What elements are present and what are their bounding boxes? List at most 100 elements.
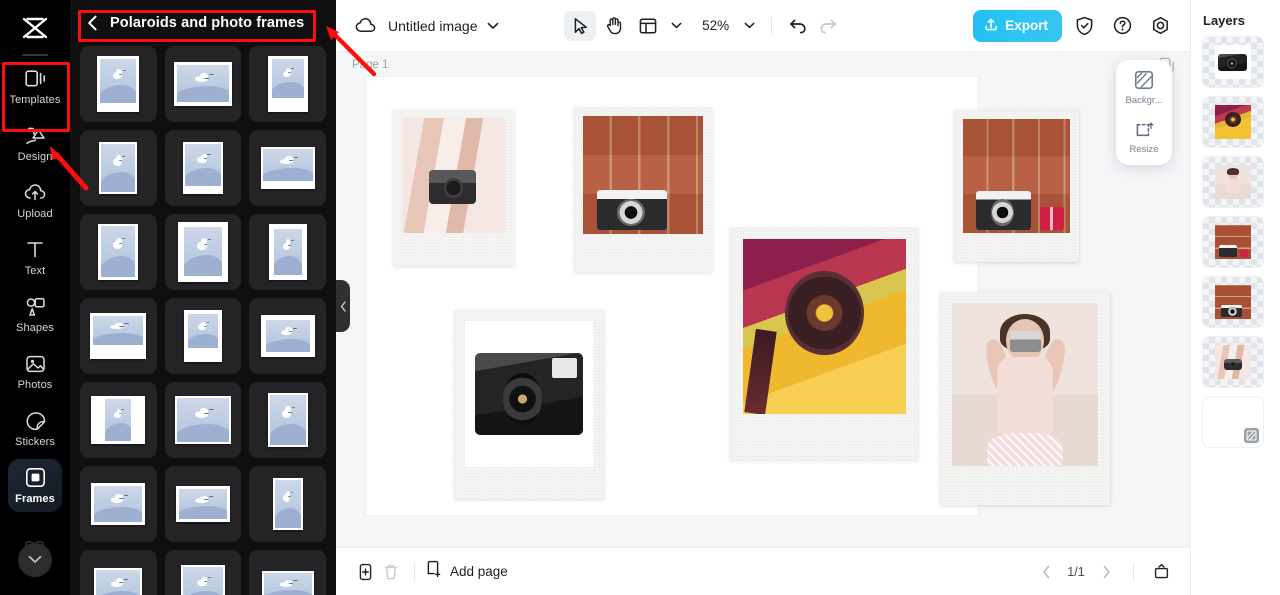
back-button[interactable] <box>84 15 100 31</box>
zoom-level[interactable]: 52% <box>702 18 729 33</box>
sidebar-item-design[interactable]: Design <box>0 115 70 172</box>
page-nav: 1/1 <box>1033 559 1174 585</box>
bottom-divider-right <box>1133 562 1134 581</box>
upload-cloud-icon <box>24 182 46 204</box>
sidebar-item-templates[interactable]: Templates <box>0 58 70 115</box>
layers-panel: Layers <box>1190 0 1280 595</box>
sidebar-label-photos: Photos <box>17 378 53 391</box>
frame-template-item[interactable] <box>164 214 242 290</box>
design-canvas[interactable] <box>366 77 1110 515</box>
layer-item[interactable] <box>1202 396 1264 448</box>
photo-camera-lens-closeup[interactable] <box>730 227 918 460</box>
frames-grid[interactable] <box>70 46 336 595</box>
settings-gear-icon[interactable] <box>1146 11 1176 41</box>
sidebar-item-text[interactable]: Text <box>0 229 70 286</box>
upload-arrow-icon <box>984 17 998 34</box>
photo-girl-with-camera[interactable] <box>940 292 1110 505</box>
frame-template-item[interactable] <box>80 298 157 374</box>
next-page-button[interactable] <box>1093 559 1119 585</box>
photo-camera-with-red-gift[interactable] <box>954 110 1079 262</box>
prev-page-button[interactable] <box>1033 559 1059 585</box>
sidebar-item-frames[interactable]: Frames <box>0 457 70 514</box>
frame-template-item[interactable] <box>249 46 326 122</box>
delete-page-button[interactable] <box>378 559 404 585</box>
frame-template-item[interactable] <box>164 298 242 374</box>
chevron-down-icon <box>28 551 42 569</box>
frame-template-item[interactable] <box>249 130 326 206</box>
layer-item[interactable] <box>1202 156 1264 208</box>
frame-template-item[interactable] <box>80 550 157 595</box>
background-button[interactable]: Backgr... <box>1116 69 1172 106</box>
frame-template-item[interactable] <box>249 466 326 542</box>
layer-item[interactable] <box>1202 96 1264 148</box>
resize-button[interactable]: Resize <box>1116 118 1172 155</box>
sidebar-item-upload[interactable]: Upload <box>0 172 70 229</box>
zoom-chevron-down-icon[interactable] <box>739 12 759 40</box>
canvas-stage[interactable]: Page 1 Backgr... Resize <box>336 52 1190 547</box>
frame-preview <box>98 224 139 280</box>
layout-chevron-down-icon[interactable] <box>666 12 686 40</box>
photo-camera-on-brick-wall[interactable] <box>574 107 712 272</box>
background-pattern-icon <box>1244 428 1259 443</box>
frame-preview <box>174 396 231 444</box>
redo-button[interactable] <box>814 12 842 40</box>
sidebar-item-photos[interactable]: Photos <box>0 343 70 400</box>
app-logo[interactable] <box>0 6 70 50</box>
sidebar-label-upload: Upload <box>17 207 53 220</box>
sidebar-more-button[interactable] <box>18 543 52 577</box>
bottom-toolbar: Add page 1/1 <box>336 547 1190 595</box>
frame-template-item[interactable] <box>249 550 326 595</box>
editor-window: Templates Design Upload Text Shapes Phot… <box>0 0 1280 595</box>
frame-template-item[interactable] <box>249 214 326 290</box>
cloud-save-icon[interactable] <box>354 15 376 37</box>
layer-item[interactable] <box>1202 36 1264 88</box>
help-circle-icon[interactable] <box>1108 11 1138 41</box>
design-icon <box>24 125 46 147</box>
frame-template-item[interactable] <box>249 382 326 458</box>
hand-tool[interactable] <box>598 11 630 41</box>
frame-template-item[interactable] <box>80 214 157 290</box>
layers-list[interactable] <box>1191 36 1280 448</box>
layer-thumbnail <box>1215 225 1251 259</box>
frame-template-item[interactable] <box>164 130 242 206</box>
left-sidebar: Templates Design Upload Text Shapes Phot… <box>0 0 70 595</box>
panel-toggle-button[interactable] <box>1148 559 1174 585</box>
frame-template-item[interactable] <box>80 382 157 458</box>
frame-template-item[interactable] <box>249 298 326 374</box>
templates-icon <box>24 68 46 90</box>
document-title-chevron-down-icon[interactable] <box>487 22 499 30</box>
collapse-panel-handle[interactable] <box>336 280 350 332</box>
shield-icon[interactable] <box>1070 11 1100 41</box>
sidebar-item-shapes[interactable]: Shapes <box>0 286 70 343</box>
frame-template-item[interactable] <box>80 466 157 542</box>
frame-template-item[interactable] <box>80 46 157 122</box>
duplicate-page-button[interactable] <box>352 559 378 585</box>
frame-template-item[interactable] <box>80 130 157 206</box>
resize-label: Resize <box>1129 144 1159 155</box>
layer-item[interactable] <box>1202 276 1264 328</box>
layers-title: Layers <box>1203 13 1245 28</box>
stickers-icon <box>24 410 46 432</box>
canvas-tools: 52% <box>564 10 842 41</box>
page-label: Page 1 <box>352 59 389 71</box>
frame-template-item[interactable] <box>164 46 242 122</box>
background-pattern-icon <box>1133 69 1155 91</box>
document-title[interactable]: Untitled image <box>388 18 478 34</box>
layer-item[interactable] <box>1202 216 1264 268</box>
frame-preview <box>177 222 228 282</box>
frame-template-item[interactable] <box>164 550 242 595</box>
photo-hands-holding-camera[interactable] <box>393 110 514 266</box>
sidebar-item-stickers[interactable]: Stickers <box>0 400 70 457</box>
frame-template-item[interactable] <box>164 382 242 458</box>
select-tool[interactable] <box>564 10 597 41</box>
frame-preview <box>97 56 140 112</box>
frame-template-item[interactable] <box>164 466 242 542</box>
layout-grid-tool[interactable] <box>632 11 664 41</box>
export-button[interactable]: Export <box>973 9 1062 42</box>
frames-icon <box>24 467 46 489</box>
photo-black-vintage-camera[interactable] <box>454 310 604 499</box>
add-page-button[interactable]: Add page <box>425 560 508 583</box>
undo-button[interactable] <box>784 12 812 40</box>
layer-item[interactable] <box>1202 336 1264 388</box>
frame-preview <box>183 310 222 362</box>
